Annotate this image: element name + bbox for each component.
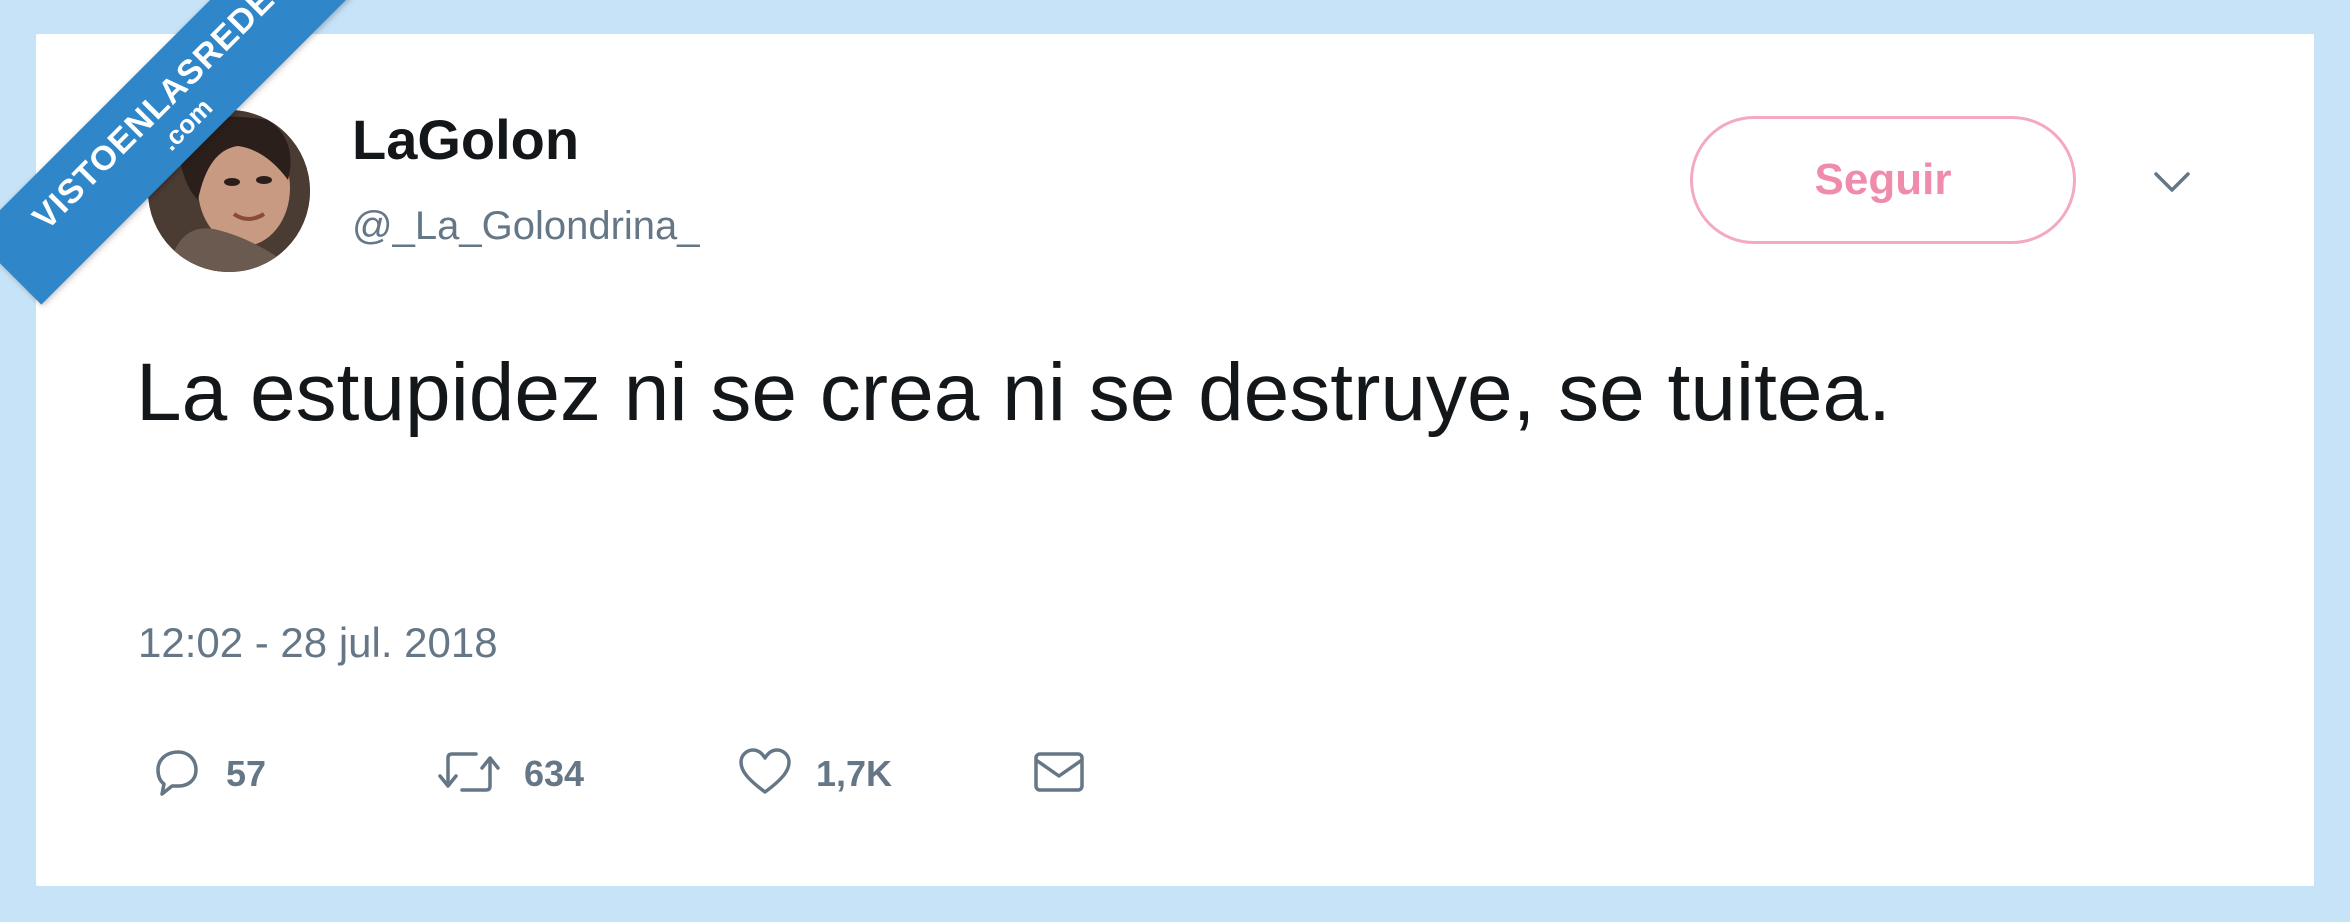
like-count: 1,7K <box>816 753 893 794</box>
tweet-text: La estupidez ni se crea ni se destruye, … <box>136 347 1891 438</box>
heart-icon <box>736 744 794 805</box>
reply-count: 57 <box>226 753 267 794</box>
envelope-icon <box>1030 744 1088 805</box>
retweet-button[interactable]: 634 <box>436 744 584 804</box>
retweet-icon <box>436 744 502 805</box>
reply-button[interactable]: 57 <box>148 744 266 804</box>
tweet-timestamp[interactable]: 12:02 - 28 jul. 2018 <box>138 622 498 664</box>
direct-message-button[interactable] <box>1030 744 1088 804</box>
chevron-down-icon[interactable] <box>2152 170 2192 194</box>
reply-icon <box>148 744 204 805</box>
follow-button[interactable]: Seguir <box>1690 116 2076 244</box>
user-handle[interactable]: @_La_Golondrina_ <box>352 206 700 246</box>
like-button[interactable]: 1,7K <box>736 744 892 804</box>
retweet-count: 634 <box>524 753 585 794</box>
display-name[interactable]: LaGolon <box>352 112 579 168</box>
